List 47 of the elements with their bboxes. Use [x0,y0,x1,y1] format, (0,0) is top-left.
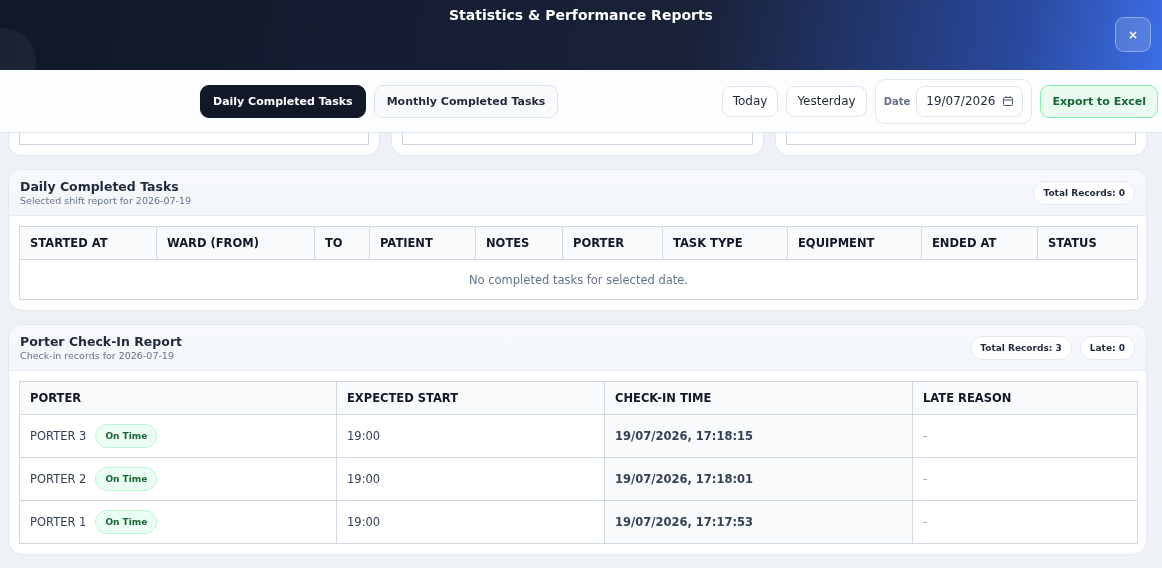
column-header: TO [314,226,370,260]
column-header: PORTER [562,226,663,260]
status-badge: On Time [95,510,158,534]
table-cell: - [912,457,1138,501]
table-cell: 19:00 [336,500,605,544]
column-header: NOTES [475,226,563,260]
porter-name: PORTER 1 [30,515,87,529]
count-badge: Total Records: 0 [1033,180,1135,205]
report-tab[interactable]: Daily Completed Tasks [200,84,366,118]
column-header: LATE REASON [912,381,1138,415]
column-header: WARD (FROM) [156,226,315,260]
export-button[interactable]: Export to Excel [1040,84,1158,118]
report-tab[interactable]: Monthly Completed Tasks [373,84,559,118]
column-header: PORTER [19,381,337,415]
window-title: Statistics & Performance Reports [449,7,713,25]
status-badge: On Time [95,467,158,491]
date-field[interactable]: 19/07/2026 [916,85,1024,117]
calendar-icon [1003,96,1014,106]
close-button[interactable]: × [1115,17,1151,52]
count-badge: Late: 0 [1079,335,1135,360]
date-shortcut-button[interactable]: Yesterday [786,85,867,117]
date-shortcut-button[interactable]: Today [721,85,779,117]
column-header: EXPECTED START [336,381,605,415]
table-cell: - [912,414,1138,458]
card-title: Porter Check-In Report [20,334,184,349]
card-subtitle: Selected shift report for 2026-07-19 [20,195,193,206]
column-header: PATIENT [369,226,476,260]
table-cell: 19:00 [336,414,605,458]
card-title: Daily Completed Tasks [20,179,180,194]
table-cell: 19/07/2026, 17:18:15 [604,414,913,458]
column-header: STARTED AT [19,226,157,260]
status-badge: On Time [95,424,158,448]
column-header: EQUIPMENT [787,226,922,260]
column-header: STATUS [1037,226,1138,260]
porter-name: PORTER 2 [30,472,87,486]
table-cell: 19:00 [336,457,605,501]
column-header: TASK TYPE [662,226,788,260]
porter-name: PORTER 3 [30,429,87,443]
date-label: Date [883,95,911,107]
card-subtitle: Check-in records for 2026-07-19 [20,350,175,361]
table-cell: - [912,500,1138,544]
column-header: CHECK-IN TIME [604,381,913,415]
empty-message: No completed tasks for selected date. [19,259,1138,300]
table-cell: 19/07/2026, 17:18:01 [604,457,913,501]
count-badge: Total Records: 3 [970,335,1072,360]
column-header: ENDED AT [921,226,1038,260]
table-cell: 19/07/2026, 17:17:53 [604,500,913,544]
